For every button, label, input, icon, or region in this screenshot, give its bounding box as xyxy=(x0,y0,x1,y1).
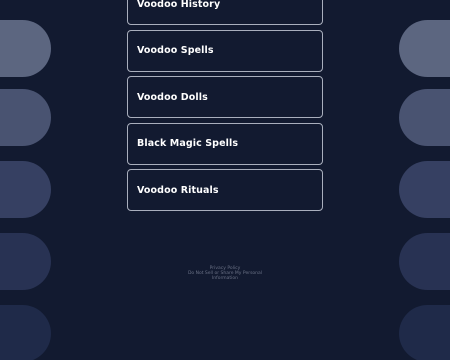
decorative-pill-left xyxy=(0,161,51,218)
related-link-voodoo-dolls[interactable]: Voodoo Dolls xyxy=(127,76,323,118)
decorative-pill-left xyxy=(0,20,51,77)
decorative-pill-left xyxy=(0,233,51,290)
parked-domain-page: Voodoo History Voodoo Spells Voodoo Doll… xyxy=(0,0,450,360)
decorative-pill-right xyxy=(399,305,450,360)
related-links-list: Voodoo History Voodoo Spells Voodoo Doll… xyxy=(127,0,323,216)
do-not-sell-link-continued[interactable]: Information xyxy=(150,276,300,281)
related-link-voodoo-history[interactable]: Voodoo History xyxy=(127,0,323,25)
related-link-voodoo-spells[interactable]: Voodoo Spells xyxy=(127,29,323,72)
decorative-pill-right xyxy=(399,89,450,146)
decorative-pill-left xyxy=(0,89,51,146)
footer: Privacy Policy Do Not Sell or Share My P… xyxy=(150,266,300,281)
decorative-pill-right xyxy=(399,161,450,218)
related-link-voodoo-rituals[interactable]: Voodoo Rituals xyxy=(127,169,323,211)
decorative-pill-right xyxy=(399,20,450,77)
decorative-pill-right xyxy=(399,233,450,290)
related-link-black-magic-spells[interactable]: Black Magic Spells xyxy=(127,122,323,165)
decorative-pill-left xyxy=(0,305,51,360)
